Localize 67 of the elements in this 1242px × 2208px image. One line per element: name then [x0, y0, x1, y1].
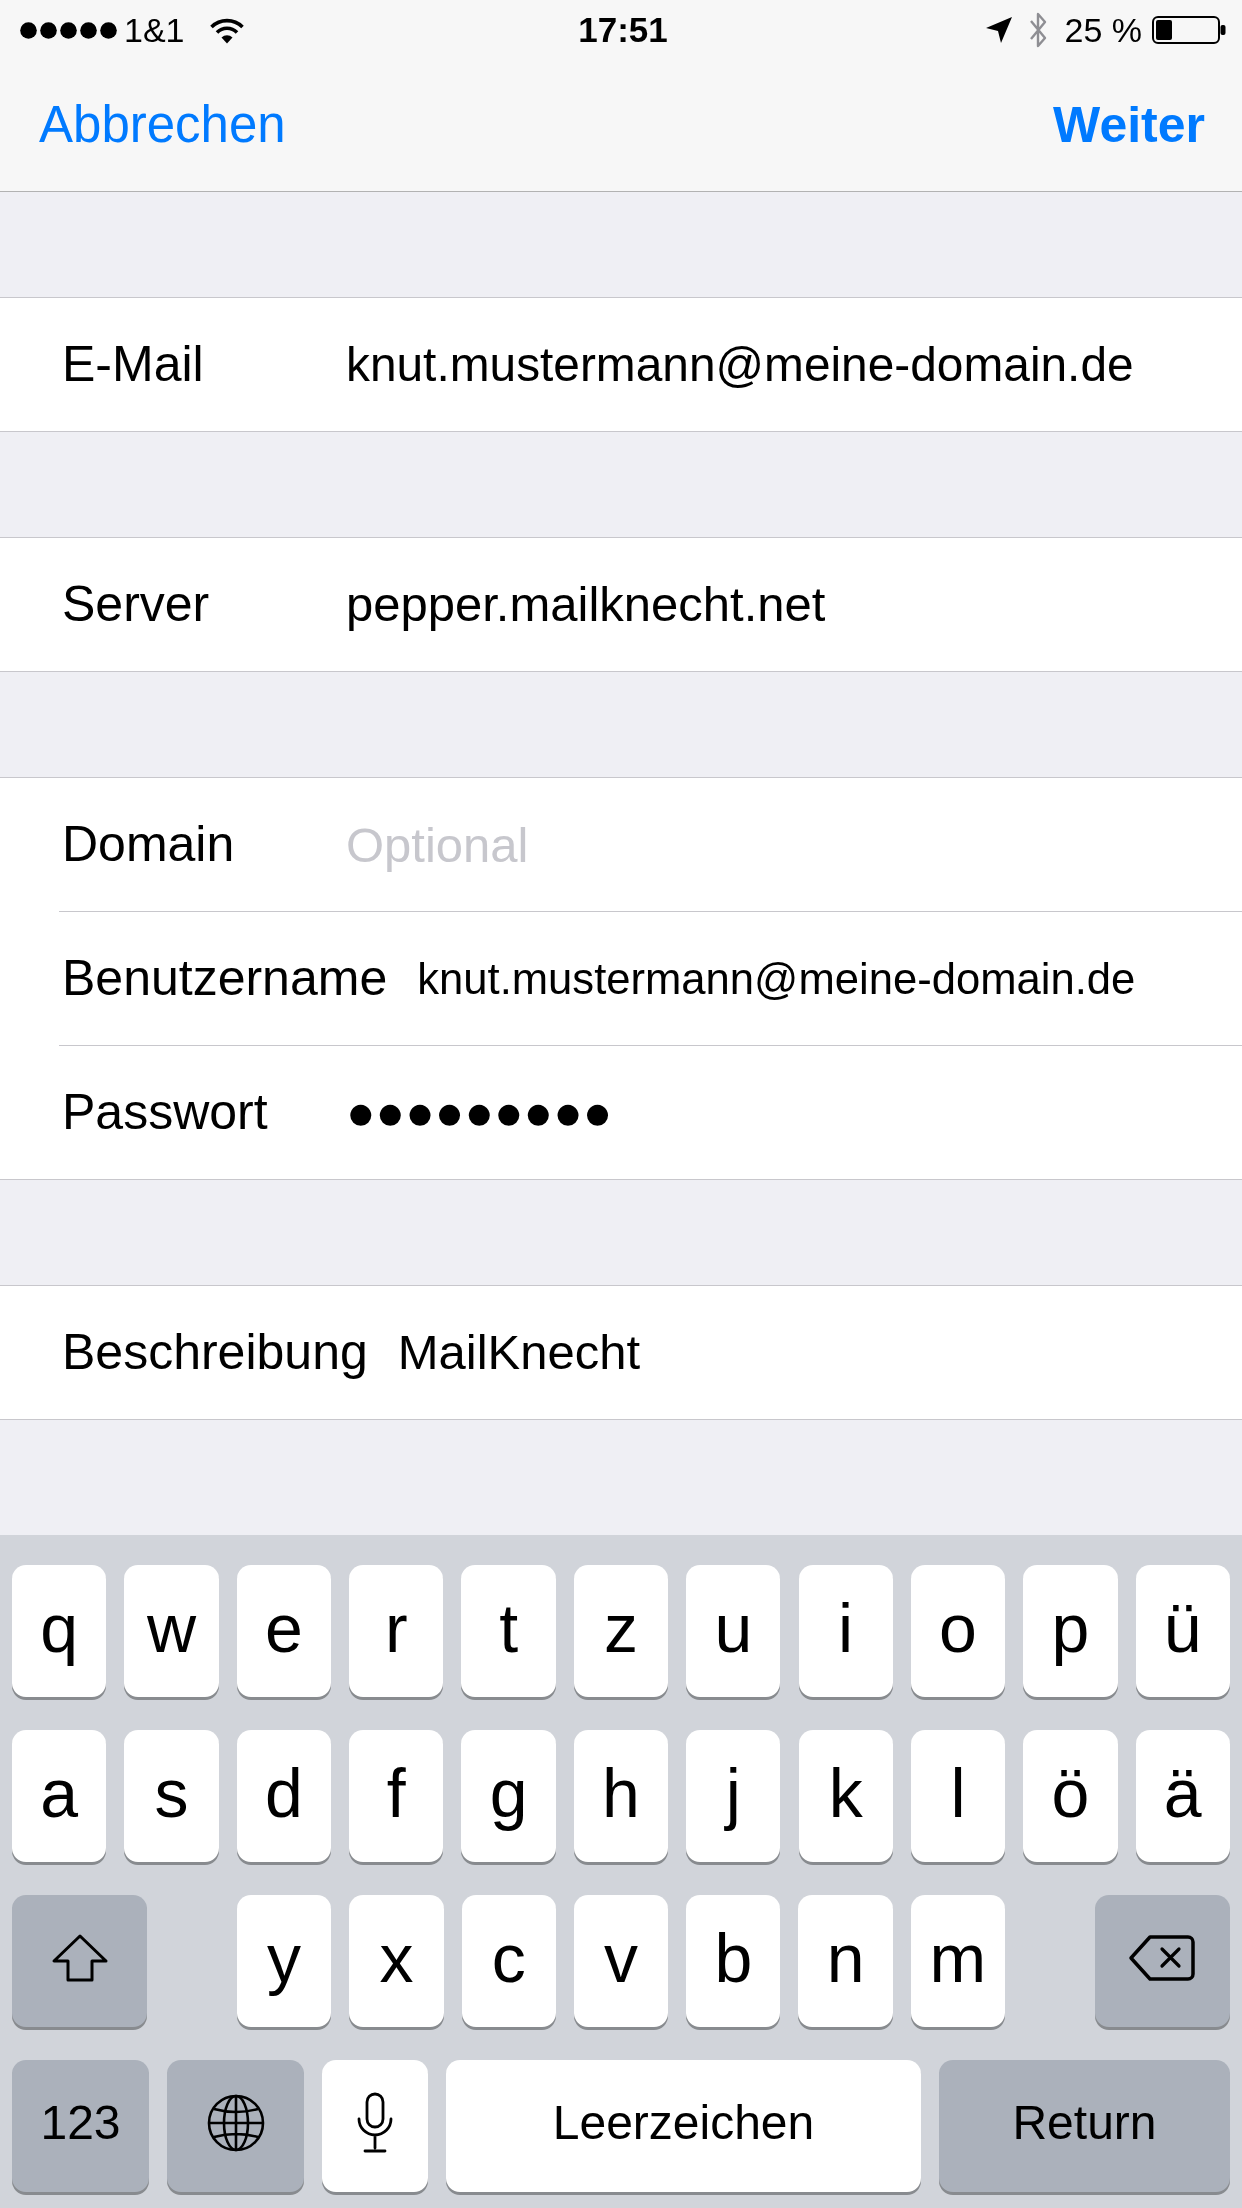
clock-time: 17:51 [578, 8, 668, 51]
field-label: E-Mail [62, 335, 205, 394]
keyboard-key[interactable]: m [910, 1895, 1006, 2027]
microphone-icon [356, 2092, 394, 2154]
bluetooth-icon [1028, 11, 1047, 49]
carrier-name: 1&1 [124, 9, 185, 51]
form-row[interactable]: Beschreibung MailKnecht [0, 1286, 1242, 1419]
input-field[interactable]: ●●●●●●●●● [346, 1083, 1150, 1142]
keyboard-key[interactable]: i [798, 1565, 893, 1697]
input-field[interactable]: knut.mustermann@meine-domain.de [346, 335, 1150, 394]
next-button[interactable]: Weiter [1053, 96, 1205, 155]
keyboard-key[interactable]: a [12, 1730, 107, 1862]
keyboard-key[interactable]: y [236, 1895, 332, 2027]
keyboard-key[interactable]: h [573, 1730, 669, 1862]
form-row[interactable]: Server pepper.mailknecht.net [0, 538, 1242, 671]
keyboard-key[interactable]: u [686, 1565, 781, 1697]
numbers-key[interactable]: 123 [12, 2060, 149, 2192]
keyboard-key[interactable]: f [349, 1730, 444, 1862]
backspace-icon [1128, 1934, 1197, 1982]
input-field[interactable]: pepper.mailknecht.net [346, 575, 1150, 634]
wifi-icon [208, 16, 245, 44]
keyboard-key[interactable]: j [686, 1730, 781, 1862]
input-field[interactable]: Optional [346, 815, 1150, 875]
keyboard-key[interactable]: ü [1135, 1565, 1230, 1697]
keyboard-key[interactable]: t [461, 1565, 556, 1697]
backspace-key[interactable] [1095, 1895, 1230, 2027]
keyboard-key[interactable]: ö [1023, 1730, 1118, 1862]
keyboard-key[interactable]: k [798, 1730, 893, 1862]
keyboard-key[interactable]: q [12, 1565, 107, 1697]
keyboard-key[interactable]: b [686, 1895, 781, 2027]
location-arrow-icon [984, 16, 1013, 44]
shift-key[interactable] [12, 1895, 147, 2027]
field-label: Beschreibung [62, 1323, 369, 1382]
keyboard-key[interactable]: o [910, 1565, 1006, 1697]
keyboard-key[interactable]: ä [1135, 1730, 1230, 1862]
keyboard-key[interactable]: z [573, 1565, 669, 1697]
keyboard-key[interactable]: g [461, 1730, 556, 1862]
keyboard-key[interactable]: s [124, 1730, 219, 1862]
form-row[interactable]: Domain Optional [0, 778, 1242, 912]
globe-icon [205, 2093, 266, 2153]
globe-key[interactable] [167, 2060, 304, 2192]
cancel-button[interactable]: Abbrechen [39, 96, 286, 155]
form-row[interactable]: Passwort ●●●●●●●●● [0, 1046, 1242, 1179]
keyboard-key[interactable]: d [236, 1730, 331, 1862]
form-row[interactable]: E-Mail knut.mustermann@meine-domain.de [0, 298, 1242, 431]
microphone-key[interactable] [322, 2060, 428, 2192]
field-label: Domain [62, 816, 236, 874]
field-label: Server [62, 575, 211, 634]
field-label: Benutzername [62, 950, 389, 1008]
keyboard-key[interactable]: e [236, 1565, 331, 1697]
keyboard-key[interactable]: l [910, 1730, 1006, 1862]
keyboard-key[interactable]: w [124, 1565, 219, 1697]
keyboard-key[interactable]: x [349, 1895, 444, 2027]
keyboard-key[interactable]: n [798, 1895, 893, 2027]
return-key[interactable]: Return [939, 2060, 1230, 2192]
input-field[interactable]: MailKnecht [397, 1323, 1150, 1382]
input-field[interactable]: knut.mustermann@meine-domain.de [417, 952, 1150, 1006]
keyboard-key[interactable]: v [573, 1895, 669, 2027]
battery-percentage: 25 % [1064, 9, 1142, 51]
keyboard-key[interactable]: p [1023, 1565, 1118, 1697]
keyboard-key[interactable]: r [349, 1565, 444, 1697]
form-row[interactable]: Benutzername knut.mustermann@meine-domain.de [0, 912, 1242, 1046]
signal-strength-icon [20, 21, 118, 39]
space-bar[interactable]: Leerzeichen [446, 2060, 921, 2192]
keyboard-key[interactable]: c [461, 1895, 556, 2027]
field-label: Passwort [62, 1083, 269, 1142]
battery-icon [1152, 16, 1226, 44]
